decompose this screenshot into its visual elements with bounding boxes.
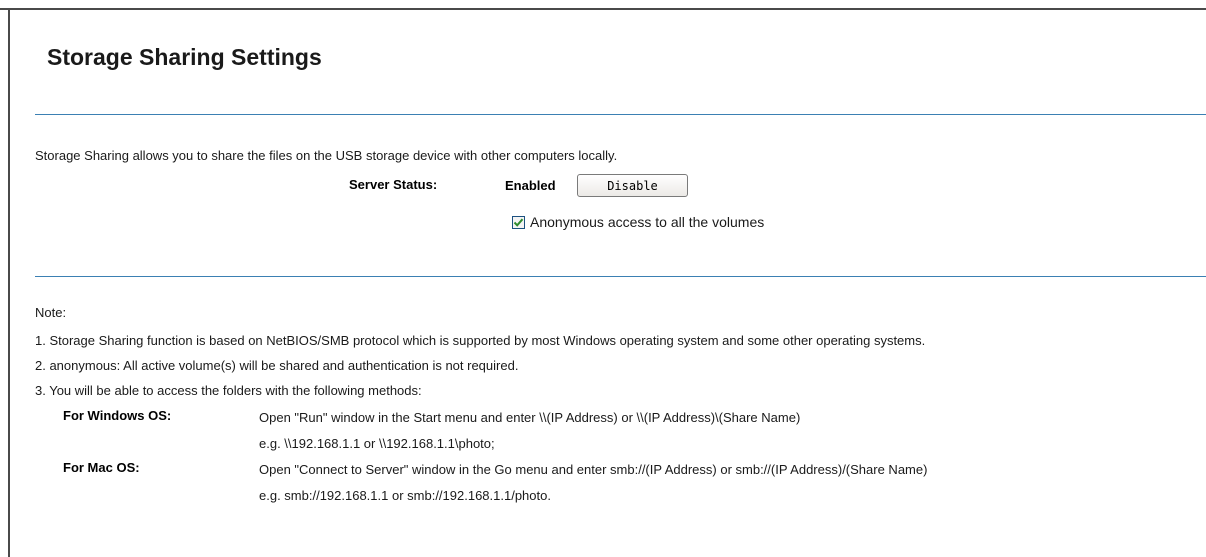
- frame-left-border: [8, 8, 10, 557]
- title-divider: [35, 114, 1206, 115]
- mac-method-instruction: Open "Connect to Server" window in the G…: [259, 462, 928, 477]
- server-status-label: Server Status:: [349, 177, 438, 192]
- intro-text: Storage Sharing allows you to share the …: [35, 148, 618, 163]
- mac-os-label: For Mac OS:: [63, 460, 140, 475]
- section-divider: [35, 276, 1206, 277]
- frame-top-border: [0, 8, 1206, 10]
- mac-method-example: e.g. smb://192.168.1.1 or smb://192.168.…: [259, 488, 551, 503]
- page-title: Storage Sharing Settings: [47, 44, 322, 70]
- server-status-value: Enabled: [505, 178, 556, 193]
- anonymous-access-label[interactable]: Anonymous access to all the volumes: [530, 214, 764, 230]
- windows-os-label: For Windows OS:: [63, 408, 172, 423]
- note-item-2: 2. anonymous: All active volume(s) will …: [35, 358, 519, 373]
- windows-method-instruction: Open "Run" window in the Start menu and …: [259, 410, 801, 425]
- checkmark-icon: [513, 218, 524, 227]
- windows-method-example: e.g. \\192.168.1.1 or \\192.168.1.1\phot…: [259, 436, 495, 451]
- note-item-1: 1. Storage Sharing function is based on …: [35, 333, 926, 348]
- anonymous-access-checkbox[interactable]: [512, 216, 525, 229]
- note-heading: Note:: [35, 305, 67, 320]
- disable-button[interactable]: Disable: [577, 174, 688, 197]
- note-item-3: 3. You will be able to access the folder…: [35, 383, 422, 398]
